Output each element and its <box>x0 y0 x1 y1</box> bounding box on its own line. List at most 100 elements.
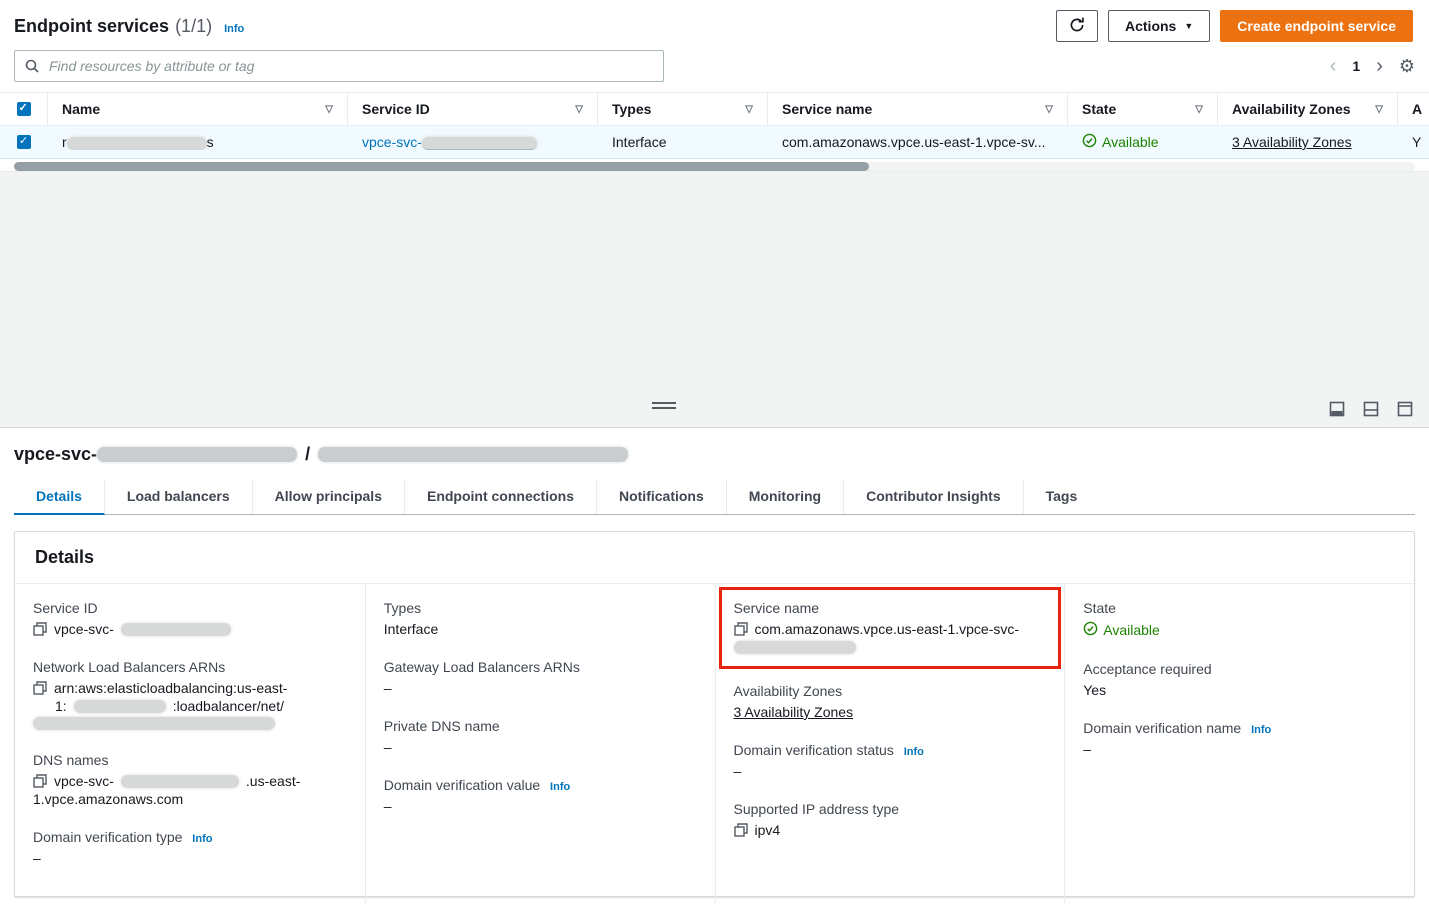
service-name-label: Service name <box>734 600 1047 616</box>
tab-tags[interactable]: Tags <box>1024 479 1100 514</box>
caret-down-icon: ▼ <box>1184 21 1193 31</box>
panel-layout-controls <box>1329 401 1413 417</box>
filter-icon[interactable]: ▽ <box>1045 104 1053 115</box>
domain-verification-name-labelrow: Domain verification name Info <box>1083 720 1396 736</box>
filter-icon[interactable]: ▽ <box>1375 104 1383 115</box>
domain-verification-type-labelrow: Domain verification type Info <box>33 829 347 845</box>
panel-bottom-layout-icon[interactable] <box>1329 401 1345 417</box>
tab-allow-principals[interactable]: Allow principals <box>253 479 405 514</box>
info-link[interactable]: Info <box>904 746 924 758</box>
field-domain-verification-value: Domain verification value Info – <box>384 777 697 814</box>
copy-icon[interactable] <box>33 622 47 636</box>
domain-verification-type-value: – <box>33 850 347 866</box>
split-drag-handle[interactable] <box>652 402 676 409</box>
field-types: Types Interface <box>384 600 697 637</box>
dns-name-line2: 1.vpce.amazonaws.com <box>33 791 183 807</box>
page-number[interactable]: 1 <box>1352 58 1360 74</box>
create-button-label: Create endpoint service <box>1237 18 1396 34</box>
info-link[interactable]: Info <box>550 781 570 793</box>
refresh-button[interactable] <box>1056 10 1098 42</box>
field-private-dns: Private DNS name – <box>384 718 697 755</box>
row-az-cell: 3 Availability Zones <box>1218 134 1398 150</box>
endpoint-services-section: Endpoint services (1/1) Info Actions ▼ C… <box>0 0 1429 171</box>
search-input[interactable] <box>14 50 664 82</box>
info-link[interactable]: Info <box>192 833 212 845</box>
tab-monitoring[interactable]: Monitoring <box>727 479 844 514</box>
column-header-state[interactable]: State ▽ <box>1068 93 1218 125</box>
filter-icon[interactable]: ▽ <box>1195 104 1203 115</box>
ip-type-value: ipv4 <box>755 822 781 838</box>
actions-button-label: Actions <box>1125 18 1176 34</box>
tab-details[interactable]: Details <box>14 479 105 515</box>
field-domain-verification-type: Domain verification type Info – <box>33 829 347 866</box>
field-service-name: Service name com.amazonaws.vpce.us-east-… <box>734 600 1047 654</box>
copy-icon[interactable] <box>734 622 748 636</box>
availability-zones-link[interactable]: 3 Availability Zones <box>734 704 854 720</box>
filter-icon[interactable]: ▽ <box>745 104 753 115</box>
filter-icon[interactable]: ▽ <box>575 104 583 115</box>
row-name-prefix: r <box>62 134 67 150</box>
tab-endpoint-connections[interactable]: Endpoint connections <box>405 479 597 514</box>
column-header-types[interactable]: Types ▽ <box>598 93 768 125</box>
header-actions: Actions ▼ Create endpoint service <box>1056 10 1413 42</box>
availability-zones-link[interactable]: 3 Availability Zones <box>1232 134 1352 150</box>
state-label: Available <box>1102 134 1159 150</box>
table-row[interactable]: rs vpce-svc- Interface com.amazonaws.vpc… <box>0 126 1429 159</box>
field-domain-verification-status: Domain verification status Info – <box>734 742 1047 779</box>
field-domain-verification-name: Domain verification name Info – <box>1083 720 1396 757</box>
panel-full-layout-icon[interactable] <box>1397 401 1413 417</box>
chevron-left-icon[interactable]: ‹ <box>1330 56 1337 76</box>
split-panel-gap <box>0 171 1429 427</box>
copy-icon[interactable] <box>33 681 47 695</box>
row-checkbox[interactable] <box>17 135 31 149</box>
info-link[interactable]: Info <box>1251 724 1271 736</box>
tab-load-balancers[interactable]: Load balancers <box>105 479 253 514</box>
state-label: State <box>1083 600 1396 616</box>
dns-name-p1: vpce-svc- <box>54 773 114 789</box>
column-header-service-id[interactable]: Service ID ▽ <box>348 93 598 125</box>
row-checkbox-cell <box>0 135 48 149</box>
horizontal-scrollbar[interactable] <box>14 162 1415 171</box>
field-availability-zones: Availability Zones 3 Availability Zones <box>734 683 1047 720</box>
field-service-id: Service ID vpce-svc- <box>33 600 347 637</box>
domain-verification-value-labelrow: Domain verification value Info <box>384 777 697 793</box>
redacted-service-id <box>422 137 537 150</box>
filter-icon[interactable]: ▽ <box>325 104 333 115</box>
refresh-icon <box>1068 16 1086 37</box>
page-header: Endpoint services (1/1) Info Actions ▼ C… <box>0 0 1429 46</box>
nlb-arn-line1: arn:aws:elasticloadbalancing:us-east- <box>54 680 287 696</box>
gear-icon[interactable]: ⚙ <box>1399 56 1415 77</box>
column-header-name-label: Name <box>62 101 100 117</box>
column-header-service-name[interactable]: Service name ▽ <box>768 93 1068 125</box>
actions-button[interactable]: Actions ▼ <box>1108 10 1210 42</box>
column-header-overflow[interactable]: A <box>1398 93 1429 125</box>
check-circle-icon <box>1082 133 1097 151</box>
panel-split-layout-icon[interactable] <box>1363 401 1379 417</box>
copy-icon[interactable] <box>33 774 47 788</box>
info-link[interactable]: Info <box>224 23 244 35</box>
field-dns-names: DNS names vpce-svc-.us-east- 1.vpce.amaz… <box>33 752 347 807</box>
domain-verification-status-value: – <box>734 763 1047 779</box>
horizontal-scrollbar-thumb[interactable] <box>14 162 869 171</box>
domain-verification-status-labelrow: Domain verification status Info <box>734 742 1047 758</box>
select-all-checkbox[interactable] <box>17 102 31 116</box>
column-header-name[interactable]: Name ▽ <box>48 93 348 125</box>
field-nlb-arns: Network Load Balancers ARNs arn:aws:elas… <box>33 659 347 730</box>
tab-contributor-insights[interactable]: Contributor Insights <box>844 479 1024 514</box>
row-types-cell: Interface <box>598 134 768 150</box>
table-header: Name ▽ Service ID ▽ Types ▽ Service name… <box>0 92 1429 126</box>
glb-arns-label: Gateway Load Balancers ARNs <box>384 659 697 675</box>
chevron-right-icon[interactable]: › <box>1376 56 1383 76</box>
redacted-account-id <box>74 700 166 713</box>
column-header-az-label: Availability Zones <box>1232 101 1351 117</box>
service-id-link[interactable]: vpce-svc- <box>362 134 422 150</box>
create-endpoint-service-button[interactable]: Create endpoint service <box>1220 10 1413 42</box>
copy-icon[interactable] <box>734 823 748 837</box>
search-row: ‹ 1 › ⚙ <box>0 46 1429 92</box>
column-header-availability-zones[interactable]: Availability Zones ▽ <box>1218 93 1398 125</box>
tab-notifications[interactable]: Notifications <box>597 479 727 514</box>
check-circle-icon <box>1083 621 1098 639</box>
types-value: Interface <box>384 621 697 637</box>
page-title-wrap: Endpoint services (1/1) Info <box>14 16 244 37</box>
domain-verification-name-label: Domain verification name <box>1083 720 1241 736</box>
